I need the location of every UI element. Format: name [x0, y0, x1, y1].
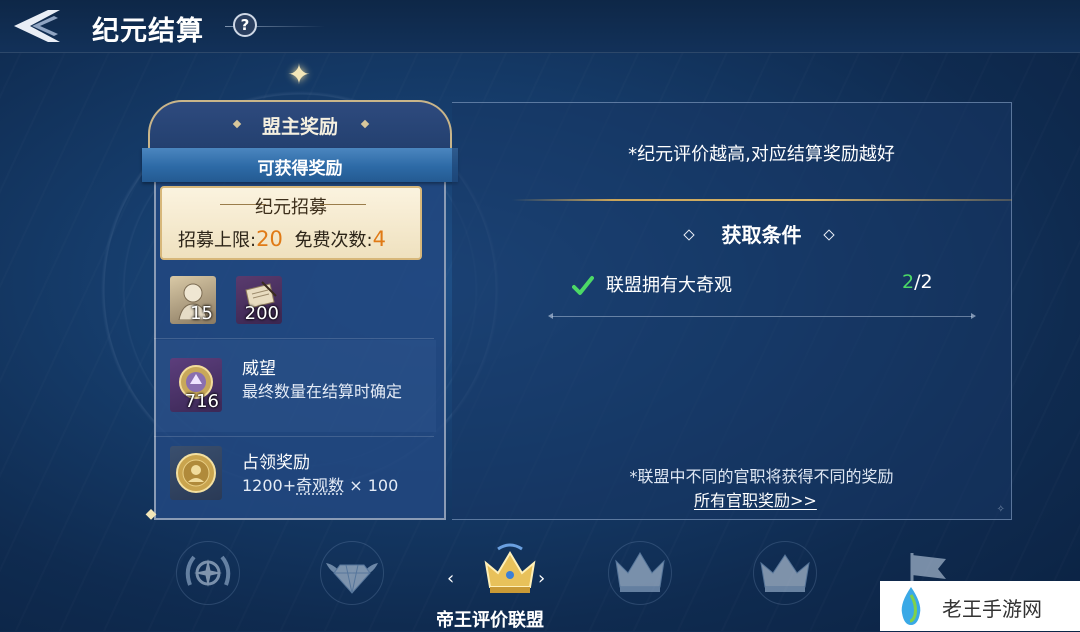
condition-label: 联盟拥有大奇观: [606, 275, 732, 296]
tier-next-arrow-icon[interactable]: ›: [538, 568, 545, 589]
corner-ornament-icon: ✧: [996, 504, 1005, 515]
tier-prev-arrow-icon[interactable]: ‹: [447, 568, 454, 589]
star-ornament-icon: ✦: [287, 58, 311, 91]
conditions-title: 获取条件: [721, 223, 802, 247]
conditions-panel: *纪元评价越高,对应结算奖励越好 获取条件 联盟拥有大奇观 2/2 *联盟中不同…: [452, 102, 1012, 520]
top-bar: 纪元结算 ?: [0, 0, 1080, 53]
page-title: 纪元结算: [92, 16, 204, 47]
recruit-box: 纪元招募 招募上限:20 免费次数:4: [160, 186, 422, 260]
gold-divider: [512, 199, 1012, 201]
condition-total: /2: [914, 271, 933, 293]
watermark-text: 老王手游网: [942, 597, 1042, 621]
occupation-tile[interactable]: [170, 446, 222, 500]
tier-1[interactable]: [168, 538, 248, 608]
help-button[interactable]: ?: [233, 13, 257, 37]
watermark: 老王手游网: [880, 581, 1080, 631]
free-count-label: 免费次数:: [294, 230, 373, 251]
tier-5[interactable]: [745, 538, 825, 608]
occupation-title: 占领奖励: [242, 453, 310, 473]
wonder-count-link[interactable]: 奇观数: [296, 476, 344, 495]
tier-halo: [753, 541, 817, 605]
occupation-desc-prefix: 1200+: [242, 476, 297, 495]
ornament-line: [320, 204, 366, 205]
item-count: 200: [244, 303, 279, 324]
tier-halo: [320, 541, 384, 605]
card-bottom-ornament-icon: ◆: [145, 506, 157, 522]
gold-crown-icon: [484, 543, 536, 593]
tier-halo: [176, 541, 240, 605]
item-count: 15: [190, 303, 213, 324]
gold-coin-icon: [176, 453, 216, 493]
reward-item-tile[interactable]: 200: [236, 276, 282, 324]
item-count: 716: [184, 391, 219, 412]
evaluation-tip: *纪元评价越高,对应结算奖励越好: [628, 144, 895, 165]
reward-item-tile[interactable]: 15: [170, 276, 216, 324]
prestige-title: 威望: [242, 359, 276, 379]
occupation-desc: 1200+奇观数 × 100: [242, 472, 398, 496]
recruit-stats: 招募上限:20 免费次数:4: [178, 226, 386, 252]
tier-4[interactable]: [600, 538, 680, 608]
recruit-limit-value: 20: [256, 227, 283, 251]
occupation-desc-suffix: × 100: [344, 476, 399, 495]
condition-progress: 2/2: [902, 271, 933, 293]
back-arrow-icon[interactable]: [8, 6, 66, 46]
condition-current: 2: [902, 271, 915, 293]
recruit-limit-label: 招募上限:: [178, 230, 257, 251]
all-office-rewards-link[interactable]: 所有官职奖励>>: [694, 487, 817, 511]
prestige-tile[interactable]: 716: [170, 358, 222, 412]
condition-divider: [548, 313, 976, 319]
card-title: 盟主奖励: [261, 116, 338, 138]
tier-halo: [608, 541, 672, 605]
checkmark-icon: [572, 276, 594, 295]
free-count-value: 4: [372, 227, 386, 251]
row-divider: [154, 436, 434, 437]
ribbon-label: 可获得奖励: [257, 159, 343, 179]
card-header: 盟主奖励: [148, 100, 452, 150]
recruit-title: 纪元招募: [255, 197, 327, 218]
selected-tier-label: 帝王评价联盟: [436, 610, 544, 631]
leader-reward-card: ✦ 盟主奖励 可获得奖励 纪元招募 招募上限:20 免费次数:4 15 200: [142, 60, 458, 520]
row-divider: [154, 338, 434, 339]
office-reward-note: *联盟中不同的官职将获得不同的奖励: [629, 467, 894, 486]
prestige-desc: 最终数量在结算时确定: [242, 382, 403, 401]
water-drop-logo-icon: [901, 587, 921, 625]
available-rewards-ribbon: 可获得奖励: [142, 148, 458, 182]
tier-2[interactable]: [312, 538, 392, 608]
